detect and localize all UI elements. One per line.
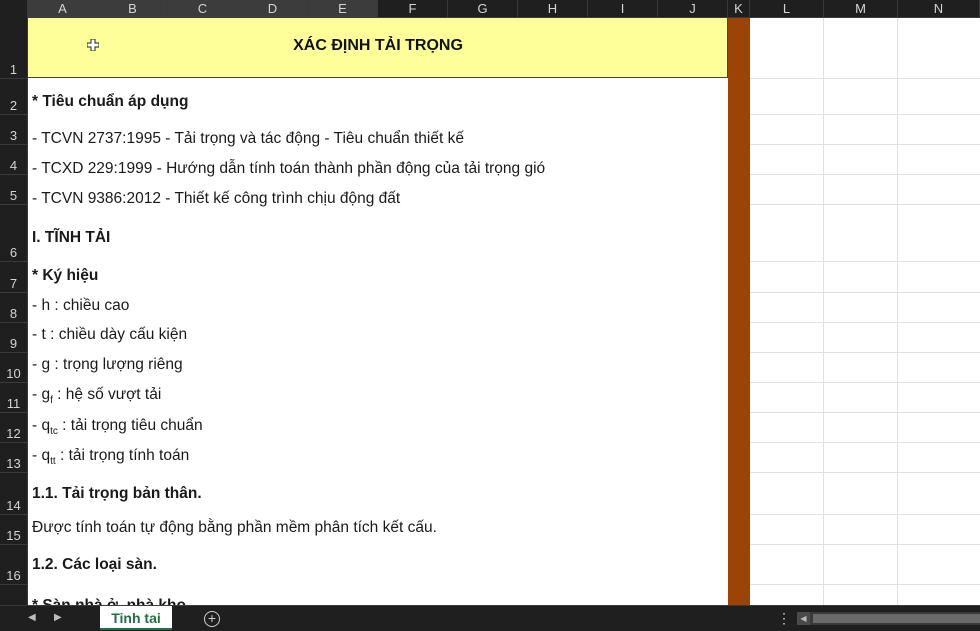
symbol-gf: - gf : hệ số vượt tải [32,386,162,406]
row-header-5[interactable]: 5 [0,175,28,205]
symbol-qtt: - qtt : tải trọng tính toán [32,447,190,467]
row-header-6[interactable]: 6 [0,205,28,262]
symbols-heading: * Ký hiệu [32,267,99,284]
column-header-l[interactable]: L [750,0,824,18]
separator-column-k [728,18,750,605]
column-header-h[interactable]: H [518,0,588,18]
row-header-13[interactable]: 13 [0,443,28,473]
row-header-12[interactable]: 12 [0,413,28,443]
select-all-corner[interactable] [0,0,28,18]
standard-line-1: - TCVN 2737:1995 - Tải trọng và tác động… [32,130,464,147]
more-options-icon[interactable]: ⋮ [777,610,791,627]
column-header-d[interactable]: D [238,0,308,18]
column-header-j[interactable]: J [658,0,728,18]
column-header-b[interactable]: B [98,0,168,18]
symbol-qtc: - qtc : tải trọng tiêu chuẩn [32,417,203,437]
column-header-m[interactable]: M [824,0,898,18]
row-header-14[interactable]: 14 [0,473,28,515]
slab-type-partial: * Sàn nhà ở, nhà kho [32,597,186,605]
sheet-tab-bar: ◀ ▶ Tinh tai + ⋮ ◀ [0,605,980,631]
row-header-10[interactable]: 10 [0,353,28,383]
column-header-bar: A B C D E F G H I J K L M N [0,0,980,18]
row-header-7[interactable]: 7 [0,262,28,293]
column-header-f[interactable]: F [378,0,448,18]
column-header-k[interactable]: K [728,0,750,18]
column-header-a[interactable]: A [28,0,98,18]
column-header-n[interactable]: N [898,0,980,18]
row-header-2[interactable]: 2 [0,79,28,115]
row-header-4[interactable]: 4 [0,145,28,175]
row-header-11[interactable]: 11 [0,383,28,413]
scroll-right-icon[interactable]: ▶ [54,612,62,623]
row-header-17[interactable] [0,585,28,605]
section-standards-heading: * Tiêu chuẩn áp dụng [32,93,189,110]
self-weight-note: Được tính toán tự động bằng phần mềm phâ… [32,519,437,536]
column-header-e[interactable]: E [308,0,378,18]
page-title: XÁC ĐỊNH TẢI TRỌNG [293,37,463,54]
slab-types-heading: 1.2. Các loại sàn. [32,556,157,573]
row-header-8[interactable]: 8 [0,293,28,323]
row-header-16[interactable]: 16 [0,545,28,585]
sheet-tab-tinh-tai[interactable]: Tinh tai [100,606,172,630]
column-header-g[interactable]: G [448,0,518,18]
standard-line-3: - TCVN 9386:2012 - Thiết kế công trình c… [32,190,401,207]
scrollbar-thumb[interactable] [813,614,980,623]
row-header-bar: 1 2 3 4 5 6 7 8 9 10 11 12 13 14 15 16 [0,18,28,605]
row-header-1[interactable]: 1 [0,18,28,79]
scrollbar-left-arrow-icon[interactable]: ◀ [797,612,810,625]
title-merged-cell[interactable]: XÁC ĐỊNH TẢI TRỌNG [28,18,728,78]
add-sheet-icon[interactable]: + [204,611,220,627]
row-header-3[interactable]: 3 [0,115,28,145]
row-header-15[interactable]: 15 [0,515,28,545]
column-header-c[interactable]: C [168,0,238,18]
symbol-t: - t : chiều dày cấu kiện [32,326,188,343]
symbol-h: - h : chiều cao [32,297,130,314]
symbol-g: - g : trọng lượng riêng [32,356,183,373]
section-dead-load-heading: I. TĨNH TẢI [32,229,111,246]
row-header-9[interactable]: 9 [0,323,28,353]
column-header-i[interactable]: I [588,0,658,18]
self-weight-heading: 1.1. Tải trọng bản thân. [32,485,202,502]
scroll-left-icon[interactable]: ◀ [28,612,36,623]
horizontal-scrollbar[interactable]: ◀ [797,612,980,625]
standard-line-2: - TCXD 229:1999 - Hướng dẫn tính toán th… [32,160,546,177]
worksheet-grid[interactable]: XÁC ĐỊNH TẢI TRỌNG * Tiêu chuẩn áp dụng … [28,18,980,605]
